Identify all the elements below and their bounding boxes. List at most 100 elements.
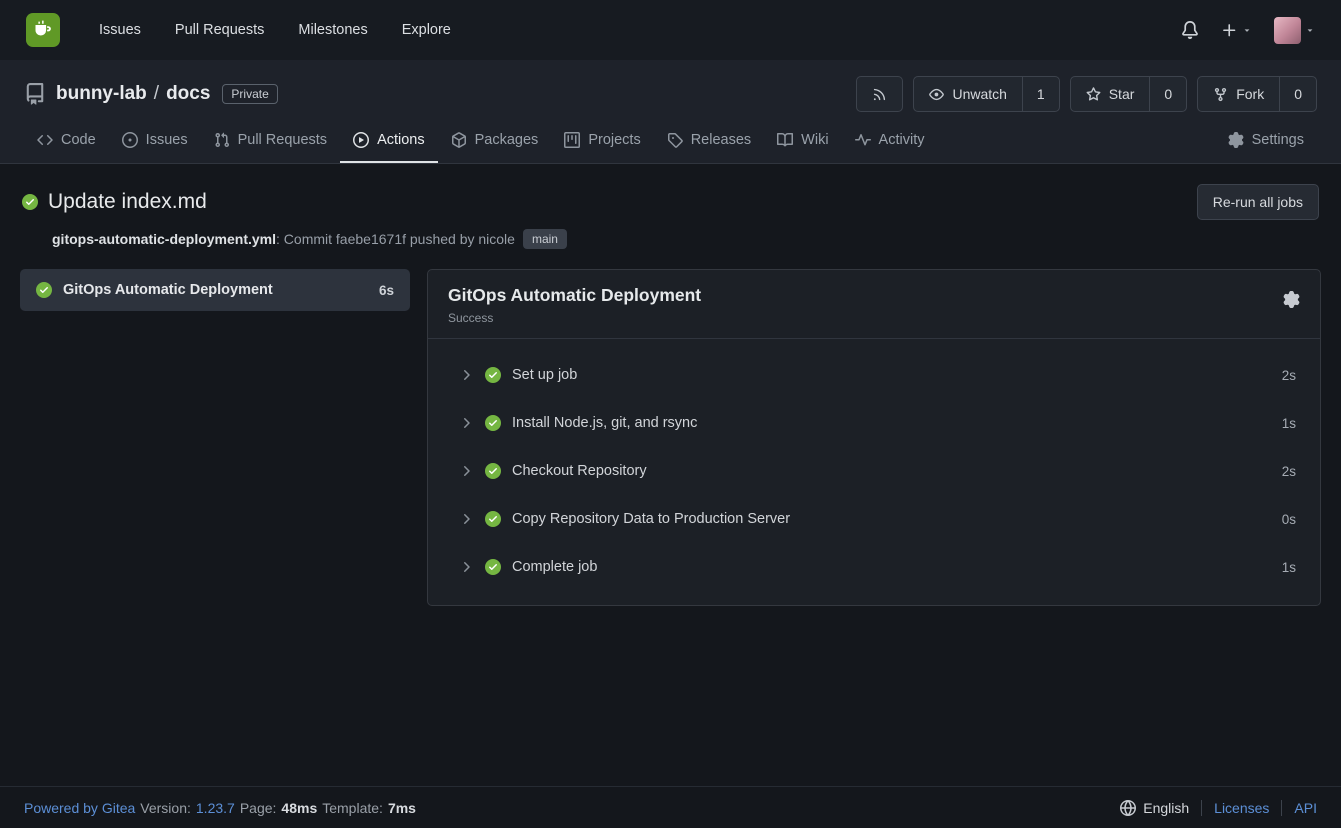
star-count[interactable]: 0 [1149, 77, 1186, 111]
job-name: GitOps Automatic Deployment [63, 282, 368, 298]
version-link[interactable]: 1.23.7 [196, 800, 235, 816]
tab-label: Pull Requests [238, 132, 327, 148]
rss-button-group [856, 76, 903, 112]
repo-header: bunny-lab / docs Private Unwatch 1 [0, 60, 1341, 164]
step-duration: 1s [1282, 416, 1296, 431]
repo-name-link[interactable]: docs [166, 83, 210, 105]
tab-label: Projects [588, 132, 640, 148]
unwatch-button[interactable]: Unwatch [914, 77, 1021, 111]
step-name: Checkout Repository [512, 463, 647, 479]
settings-gear-icon [1228, 132, 1244, 148]
play-circle-icon [353, 132, 369, 148]
tab-label: Wiki [801, 132, 828, 148]
footer-divider [1281, 800, 1282, 816]
chevron-down-icon [1305, 25, 1315, 35]
step-row-copy[interactable]: Copy Repository Data to Production Serve… [428, 495, 1320, 543]
step-row-install[interactable]: Install Node.js, git, and rsync 1s [428, 399, 1320, 447]
star-button-group: Star 0 [1070, 76, 1187, 112]
git-pull-request-icon [214, 132, 230, 148]
chevron-right-icon[interactable] [458, 559, 474, 575]
tab-label: Releases [691, 132, 751, 148]
star-button[interactable]: Star [1071, 77, 1150, 111]
job-success-check-icon [36, 282, 52, 298]
project-board-icon [564, 132, 580, 148]
template-time-value: 7ms [388, 800, 416, 816]
step-row-setup[interactable]: Set up job 2s [428, 351, 1320, 399]
repo-owner-link[interactable]: bunny-lab [56, 83, 147, 105]
tag-icon [667, 132, 683, 148]
book-icon [777, 132, 793, 148]
tab-settings[interactable]: Settings [1215, 120, 1317, 163]
tab-issues[interactable]: Issues [109, 120, 201, 163]
licenses-link[interactable]: Licenses [1214, 800, 1269, 816]
nav-item-issues[interactable]: Issues [82, 14, 158, 46]
chevron-right-icon[interactable] [458, 367, 474, 383]
run-success-check-icon [22, 194, 38, 210]
commit-info-text: : Commit faebe1671f pushed by nicole [276, 231, 515, 247]
api-link[interactable]: API [1294, 800, 1317, 816]
tab-code[interactable]: Code [24, 120, 109, 163]
top-navbar: Issues Pull Requests Milestones Explore [0, 0, 1341, 60]
tab-wiki[interactable]: Wiki [764, 120, 841, 163]
chevron-right-icon[interactable] [458, 415, 474, 431]
step-row-complete[interactable]: Complete job 1s [428, 543, 1320, 591]
nav-item-explore[interactable]: Explore [385, 14, 468, 46]
private-badge: Private [222, 84, 277, 104]
gitea-logo[interactable] [26, 13, 60, 47]
user-menu-button[interactable] [1274, 17, 1315, 44]
rss-button[interactable] [857, 77, 902, 111]
eye-icon [929, 87, 944, 102]
repo-title-row: bunny-lab / docs Private Unwatch 1 [24, 76, 1317, 112]
tab-projects[interactable]: Projects [551, 120, 653, 163]
branch-badge[interactable]: main [523, 229, 567, 249]
job-list-item[interactable]: GitOps Automatic Deployment 6s [20, 269, 410, 311]
job-options-button[interactable] [1283, 291, 1300, 308]
step-name: Install Node.js, git, and rsync [512, 415, 697, 431]
tab-releases[interactable]: Releases [654, 120, 764, 163]
nav-item-pull-requests[interactable]: Pull Requests [158, 14, 281, 46]
watch-count[interactable]: 1 [1022, 77, 1059, 111]
language-selector[interactable]: English [1120, 800, 1189, 816]
tab-pull-requests[interactable]: Pull Requests [201, 120, 340, 163]
watch-button-group: Unwatch 1 [913, 76, 1059, 112]
nav-item-milestones[interactable]: Milestones [281, 14, 384, 46]
star-icon [1086, 87, 1101, 102]
chevron-right-icon[interactable] [458, 511, 474, 527]
footer: Powered by Gitea Version: 1.23.7 Page: 4… [0, 786, 1341, 828]
tab-activity[interactable]: Activity [842, 120, 938, 163]
notifications-button[interactable] [1181, 21, 1199, 39]
job-card-title: GitOps Automatic Deployment [448, 285, 701, 306]
step-name: Copy Repository Data to Production Serve… [512, 511, 790, 527]
step-name: Set up job [512, 367, 577, 383]
footer-right: English Licenses API [1120, 800, 1317, 816]
footer-divider [1201, 800, 1202, 816]
chevron-right-icon[interactable] [458, 463, 474, 479]
tab-label: Packages [475, 132, 539, 148]
fork-count[interactable]: 0 [1279, 77, 1316, 111]
repo-tabs: Code Issues Pull Requests Actions Packag… [24, 120, 1317, 163]
create-new-button[interactable] [1221, 22, 1252, 39]
tab-actions[interactable]: Actions [340, 120, 438, 163]
pulse-icon [855, 132, 871, 148]
avatar [1274, 17, 1301, 44]
unwatch-label: Unwatch [952, 86, 1006, 102]
step-duration: 1s [1282, 560, 1296, 575]
gear-icon [1283, 291, 1300, 308]
fork-button[interactable]: Fork [1198, 77, 1279, 111]
step-success-check-icon [485, 463, 501, 479]
tab-label: Issues [146, 132, 188, 148]
step-row-checkout[interactable]: Checkout Repository 2s [428, 447, 1320, 495]
page-time-label: Page: [240, 800, 277, 816]
star-label: Star [1109, 86, 1135, 102]
gitea-cup-icon [31, 18, 55, 42]
repo-icon [24, 83, 46, 105]
chevron-down-icon [1242, 25, 1252, 35]
run-title: Update index.md [48, 190, 207, 214]
powered-by-link[interactable]: Powered by Gitea [24, 800, 135, 816]
tab-packages[interactable]: Packages [438, 120, 552, 163]
job-card-header: GitOps Automatic Deployment Success [428, 270, 1320, 339]
tab-label: Code [61, 132, 96, 148]
rerun-all-jobs-button[interactable]: Re-run all jobs [1197, 184, 1319, 220]
workflow-file-name: gitops-automatic-deployment.yml [52, 231, 276, 247]
step-name: Complete job [512, 559, 597, 575]
